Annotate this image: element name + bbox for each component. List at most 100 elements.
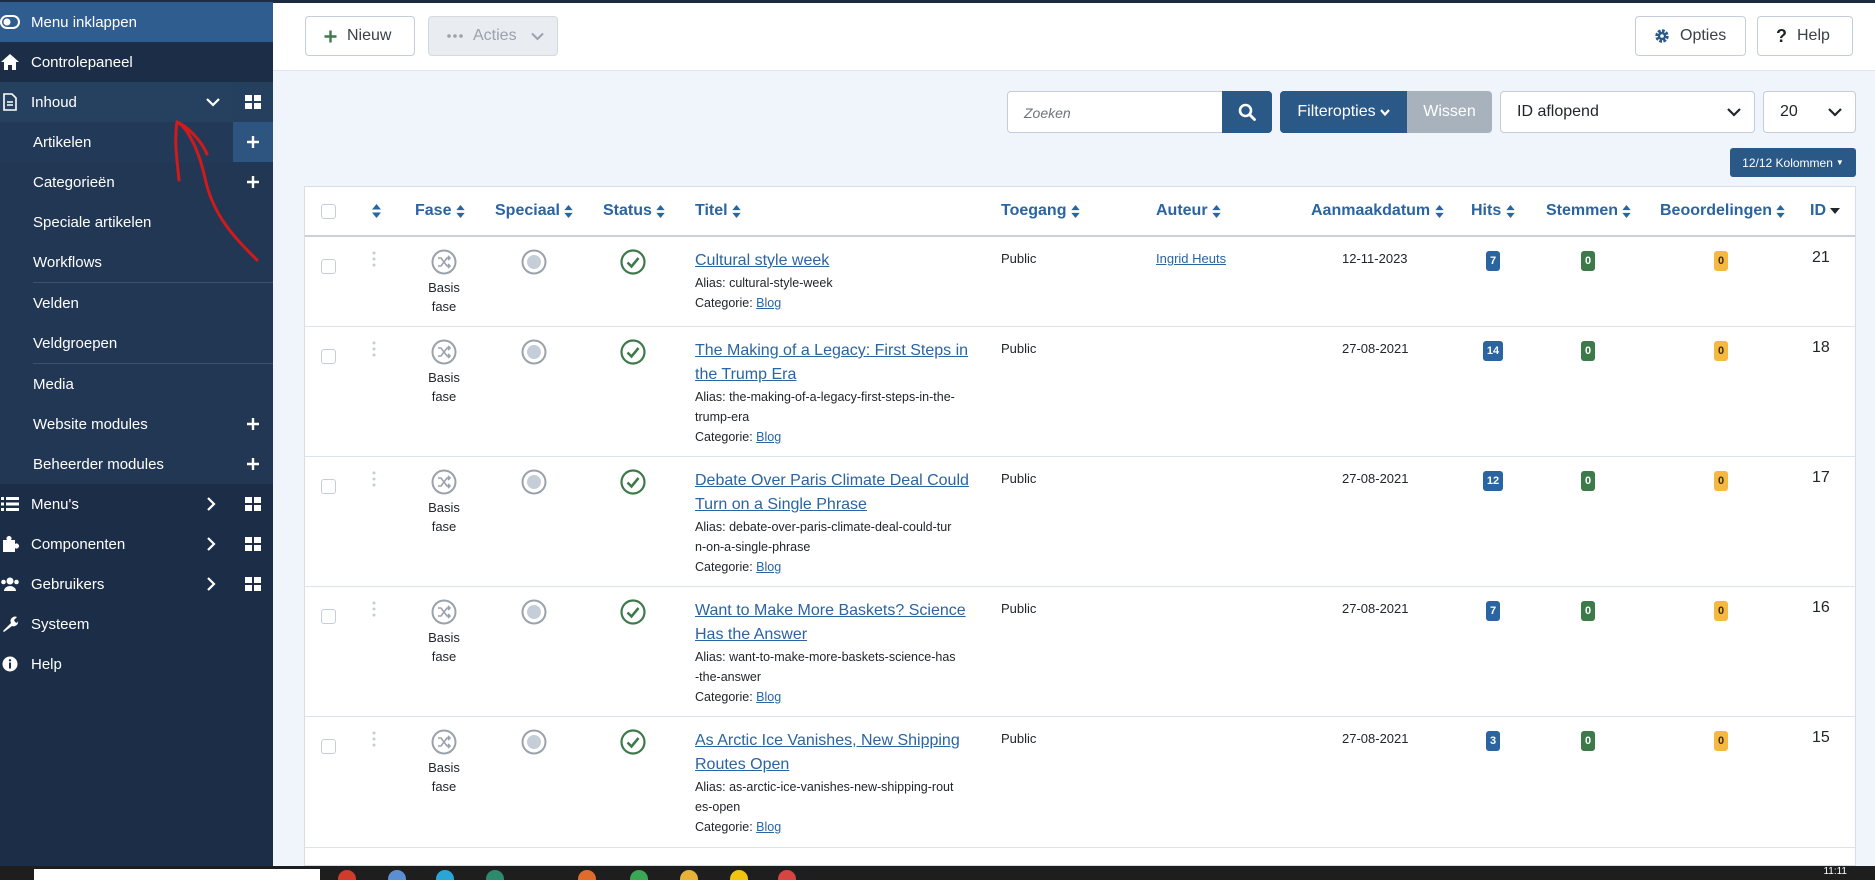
category-link[interactable]: Blog <box>756 820 781 834</box>
col-ratings[interactable]: Beoordelingen <box>1660 187 1786 235</box>
app-icon[interactable] <box>680 870 698 880</box>
columns-button[interactable]: 12/12 Kolommen ▼ <box>1730 148 1856 177</box>
author-link[interactable]: Ingrid Heuts <box>1156 251 1226 266</box>
app-icon[interactable] <box>778 870 796 880</box>
plus-icon <box>324 30 337 43</box>
row-checkbox[interactable] <box>321 259 336 274</box>
actions-button[interactable]: Acties <box>428 16 558 56</box>
app-icon[interactable] <box>730 870 748 880</box>
stage-cell[interactable]: Basis fase <box>414 249 474 316</box>
row-checkbox[interactable] <box>321 479 336 494</box>
category-link[interactable]: Blog <box>756 296 781 310</box>
menu-collapse-button[interactable]: Menu inklappen <box>0 2 273 42</box>
select-all-checkbox[interactable] <box>321 204 336 219</box>
stage-cell[interactable]: Basis fase <box>414 729 474 796</box>
drag-handle-icon[interactable] <box>372 601 376 620</box>
stage-cell[interactable]: Basis fase <box>414 469 474 536</box>
category-link[interactable]: Blog <box>756 430 781 444</box>
stage-cell[interactable]: Basis fase <box>414 599 474 666</box>
alias-text: Alias: debate-over-paris-climate-deal-co… <box>695 517 985 577</box>
drag-handle-icon[interactable] <box>372 731 376 750</box>
taskbar-search[interactable] <box>34 869 320 880</box>
featured-toggle-icon[interactable] <box>521 599 547 628</box>
sort-ordering-header[interactable] <box>372 187 381 235</box>
article-title-link[interactable]: As Arctic Ice Vanishes, New Shipping Rout… <box>695 729 985 777</box>
sidebar-item-label: Beheerder modules <box>33 455 164 473</box>
featured-toggle-icon[interactable] <box>521 469 547 498</box>
col-author[interactable]: Auteur <box>1156 187 1221 235</box>
article-title-link[interactable]: Want to Make More Baskets? Science Has th… <box>695 599 985 647</box>
category-link[interactable]: Blog <box>756 690 781 704</box>
category-link[interactable]: Blog <box>756 560 781 574</box>
row-checkbox[interactable] <box>321 739 336 754</box>
add-admin-module-icon[interactable] <box>233 444 273 484</box>
add-site-module-icon[interactable] <box>233 404 273 444</box>
filter-options-button[interactable]: Filteropties <box>1280 91 1407 133</box>
sidebar-item-website-modules[interactable]: Website modules <box>0 404 273 444</box>
sidebar-item-label: Website modules <box>33 415 148 433</box>
drag-handle-icon[interactable] <box>372 341 376 360</box>
sidebar-item-gebruikers[interactable]: Gebruikers <box>0 564 273 604</box>
limit-select[interactable]: 20 <box>1763 91 1856 133</box>
col-created[interactable]: Aanmaakdatum <box>1311 187 1444 235</box>
dashboard-icon[interactable] <box>233 82 273 122</box>
sidebar-item-label: Inhoud <box>31 93 77 111</box>
sidebar-item-help[interactable]: Help <box>0 644 273 684</box>
featured-toggle-icon[interactable] <box>521 729 547 758</box>
sidebar-item-velden[interactable]: Velden <box>0 283 273 323</box>
published-check-icon[interactable] <box>620 339 646 368</box>
col-votes[interactable]: Stemmen <box>1546 187 1632 235</box>
col-title[interactable]: Titel <box>695 187 741 235</box>
published-check-icon[interactable] <box>620 249 646 278</box>
row-checkbox[interactable] <box>321 609 336 624</box>
drag-handle-icon[interactable] <box>372 251 376 270</box>
article-title-link[interactable]: The Making of a Legacy: First Steps in th… <box>695 339 985 387</box>
stage-cell[interactable]: Basis fase <box>414 339 474 406</box>
row-checkbox[interactable] <box>321 349 336 364</box>
sort-select[interactable]: ID aflopend <box>1500 91 1755 133</box>
app-icon[interactable] <box>578 870 596 880</box>
drag-handle-icon[interactable] <box>372 471 376 490</box>
clear-button[interactable]: Wissen <box>1407 91 1492 133</box>
sidebar-item-controlepaneel[interactable]: Controlepaneel <box>0 42 273 82</box>
featured-toggle-icon[interactable] <box>521 249 547 278</box>
sort-icon <box>1622 204 1632 218</box>
col-status[interactable]: Status <box>603 187 666 235</box>
search-button[interactable] <box>1222 91 1272 133</box>
app-icon[interactable] <box>630 870 648 880</box>
dashboard-icon[interactable] <box>233 524 273 564</box>
featured-toggle-icon[interactable] <box>521 339 547 368</box>
article-title-link[interactable]: Debate Over Paris Climate Deal Could Turn… <box>695 469 985 517</box>
sidebar-item-beheerder-modules[interactable]: Beheerder modules <box>0 444 273 484</box>
new-button[interactable]: Nieuw <box>305 16 415 56</box>
app-icon[interactable] <box>486 870 504 880</box>
col-id[interactable]: ID <box>1810 187 1841 235</box>
sidebar-item-media[interactable]: Media <box>0 364 273 404</box>
app-icon[interactable] <box>436 870 454 880</box>
published-check-icon[interactable] <box>620 729 646 758</box>
annotation-arrow-icon <box>174 120 259 262</box>
help-button[interactable]: ? Help <box>1757 16 1853 56</box>
sidebar-item-veldgroepen[interactable]: Veldgroepen <box>0 323 273 363</box>
search-input[interactable]: Zoeken <box>1007 91 1223 133</box>
published-check-icon[interactable] <box>620 469 646 498</box>
shuffle-icon <box>431 729 474 758</box>
col-special[interactable]: Speciaal <box>495 187 574 235</box>
sidebar-item-label: Artikelen <box>33 133 92 151</box>
sidebar-item-inhoud[interactable]: Inhoud <box>0 82 273 122</box>
sidebar-item-menus[interactable]: Menu's <box>0 484 273 524</box>
article-title-link[interactable]: Cultural style week <box>695 249 985 273</box>
options-button[interactable]: Opties <box>1635 16 1746 56</box>
app-icon[interactable] <box>338 870 356 880</box>
sidebar-item-componenten[interactable]: Componenten <box>0 524 273 564</box>
app-icon[interactable] <box>388 870 406 880</box>
table-row-partial <box>305 851 1855 865</box>
col-access[interactable]: Toegang <box>1001 187 1080 235</box>
alias-value: as-arctic-ice-vanishes-new-shipping-rout <box>729 780 954 794</box>
sidebar-item-systeem[interactable]: Systeem <box>0 604 273 644</box>
dashboard-icon[interactable] <box>233 484 273 524</box>
col-hits[interactable]: Hits <box>1471 187 1515 235</box>
dashboard-icon[interactable] <box>233 564 273 604</box>
col-fase[interactable]: Fase <box>415 187 465 235</box>
published-check-icon[interactable] <box>620 599 646 628</box>
